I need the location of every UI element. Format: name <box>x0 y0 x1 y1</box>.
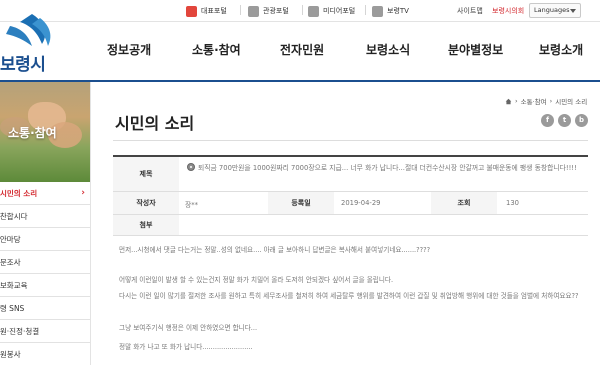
portal-label: 대표포털 <box>201 7 227 15</box>
post-body-line: 어떻게 이런일이 발생 할 수 있는건지 정말 화가 치밀어 올라 도저히 안되… <box>119 276 394 284</box>
main-navigation: 정보공개 소통·참여 전자민원 보령소식 분야별정보 보령소개 <box>80 22 600 80</box>
subject-label: 제목 <box>113 157 179 191</box>
top-utility-bar: 대표포털 관광포털 미디어포털 보령TV 사이트맵 보령시의회 Language… <box>0 0 600 22</box>
page-title: 시민의 소리 <box>115 114 195 133</box>
title-divider <box>113 140 588 141</box>
sidebar-item-proposal[interactable]: 제안마당 <box>0 228 90 251</box>
sidebar-item-survey[interactable]: 설문조사 <box>0 251 90 274</box>
post-table: 제목 퇴직금 700만원을 1000원짜리 7000장으로 지급... 너무 화… <box>113 155 588 236</box>
sidebar-item-label: 제안마당 <box>0 235 21 244</box>
post-body-line: 먼저...시청에서 댓글 다는거는 정말..성의 없네요.... 아래 글 보아… <box>119 246 431 254</box>
sidebar-item-sns[interactable]: 보령 SNS <box>0 297 90 320</box>
sidebar-item-voice[interactable]: 시민의 소리 › <box>0 182 90 205</box>
sidebar-item-petition[interactable]: 민원·진정·청결 <box>0 320 90 343</box>
language-select[interactable]: Languages <box>529 3 581 18</box>
sidebar-item-education[interactable]: 정보화교육 <box>0 274 90 297</box>
nav-item-news[interactable]: 보령소식 <box>366 41 410 58</box>
attachment-label: 첨부 <box>113 215 179 235</box>
sidebar-item-volunteer[interactable]: 자원봉사 <box>0 343 90 365</box>
portal-label: 보령TV <box>387 7 409 15</box>
portal-link-media[interactable]: 미디어포털 <box>308 4 355 18</box>
chevron-down-icon <box>570 9 576 13</box>
date-label: 등록일 <box>268 192 334 214</box>
nav-item-about[interactable]: 보령소개 <box>539 41 583 58</box>
language-select-label: Languages <box>534 6 570 14</box>
media-icon <box>308 5 319 17</box>
date-value: 2019-04-29 <box>341 199 381 207</box>
post-body-line: 다시는 이런 일이 많기를 절저한 조사를 원하고 특히 세무조사를 철저히 하… <box>119 292 579 300</box>
sitemap-link[interactable]: 사이트맵 <box>457 4 483 18</box>
views-label: 조회 <box>431 192 497 214</box>
nav-item-info[interactable]: 정보공개 <box>107 41 151 58</box>
author-label: 작성자 <box>113 192 179 214</box>
tv-icon <box>372 5 383 17</box>
author-value: 장** <box>185 201 199 209</box>
council-link[interactable]: 보령시의회 <box>492 4 524 18</box>
site-logo[interactable]: 보령시 <box>0 12 70 75</box>
meta-row: 작성자 장** 등록일 2019-04-29 조회 130 <box>113 192 588 215</box>
sidebar-item-label: 자원봉사 <box>0 350 21 359</box>
post-body-line: 정말 화가 나고 또 화가 납니다.......................… <box>119 343 253 351</box>
chevron-right-icon: › <box>81 188 85 198</box>
breadcrumb-item[interactable]: 시민의 소리 <box>555 96 587 106</box>
facebook-share-icon[interactable]: f <box>541 114 554 127</box>
building-icon <box>186 5 197 17</box>
sidebar-item-label: 보령 SNS <box>0 304 25 313</box>
tour-icon <box>248 5 259 17</box>
subject-row: 제목 퇴직금 700만원을 1000원짜리 7000장으로 지급... 너무 화… <box>113 157 588 192</box>
sidebar-divider <box>90 82 91 365</box>
portal-label: 관광포털 <box>263 7 289 15</box>
nav-item-communication[interactable]: 소통·참여 <box>192 41 241 58</box>
subject-text: 퇴직금 700만원을 1000원짜리 7000장으로 지급... 너무 화가 납… <box>198 164 577 172</box>
twitter-share-icon[interactable]: t <box>558 114 571 127</box>
nav-item-civil[interactable]: 전자민원 <box>280 41 324 58</box>
cd-icon <box>187 163 195 171</box>
sidebar-banner: 소통·참여 <box>0 82 90 182</box>
breadcrumb-item[interactable]: 소통·참여 <box>521 96 547 106</box>
sidebar-menu: 시민의 소리 › 칭찬합시다 제안마당 설문조사 정보화교육 보령 SNS 민원… <box>0 182 90 365</box>
sidebar-item-label: 시민의 소리 <box>0 189 38 198</box>
sidebar-item-praise[interactable]: 칭찬합시다 <box>0 205 90 228</box>
post-body-line: 그냥 보여주기식 행정은 이제 안하였으면 합니다... <box>119 324 258 332</box>
portal-link-tour[interactable]: 관광포털 <box>248 4 289 18</box>
subject-value: 퇴직금 700만원을 1000원짜리 7000장으로 지급... 너무 화가 납… <box>187 163 585 173</box>
blog-share-icon[interactable]: b <box>575 114 588 127</box>
portal-label: 미디어포털 <box>323 7 356 15</box>
sidebar-item-label: 정보화교육 <box>0 281 28 290</box>
nav-item-fields[interactable]: 분야별정보 <box>448 41 503 58</box>
sidebar-item-label: 칭찬합시다 <box>0 212 28 221</box>
sidebar-item-label: 민원·진정·청결 <box>0 327 40 336</box>
breadcrumb: › 소통·참여 › 시민의 소리 <box>505 96 587 106</box>
sidebar-item-label: 설문조사 <box>0 258 21 267</box>
logo-emblem-icon <box>6 14 51 46</box>
views-value: 130 <box>506 199 519 207</box>
portal-link-tv[interactable]: 보령TV <box>372 4 409 18</box>
sidebar-title: 소통·참여 <box>8 126 57 140</box>
attachment-row: 첨부 <box>113 215 588 236</box>
logo-text: 보령시 <box>0 55 46 75</box>
home-icon[interactable] <box>505 98 512 105</box>
portal-link-main[interactable]: 대표포털 <box>186 4 227 18</box>
